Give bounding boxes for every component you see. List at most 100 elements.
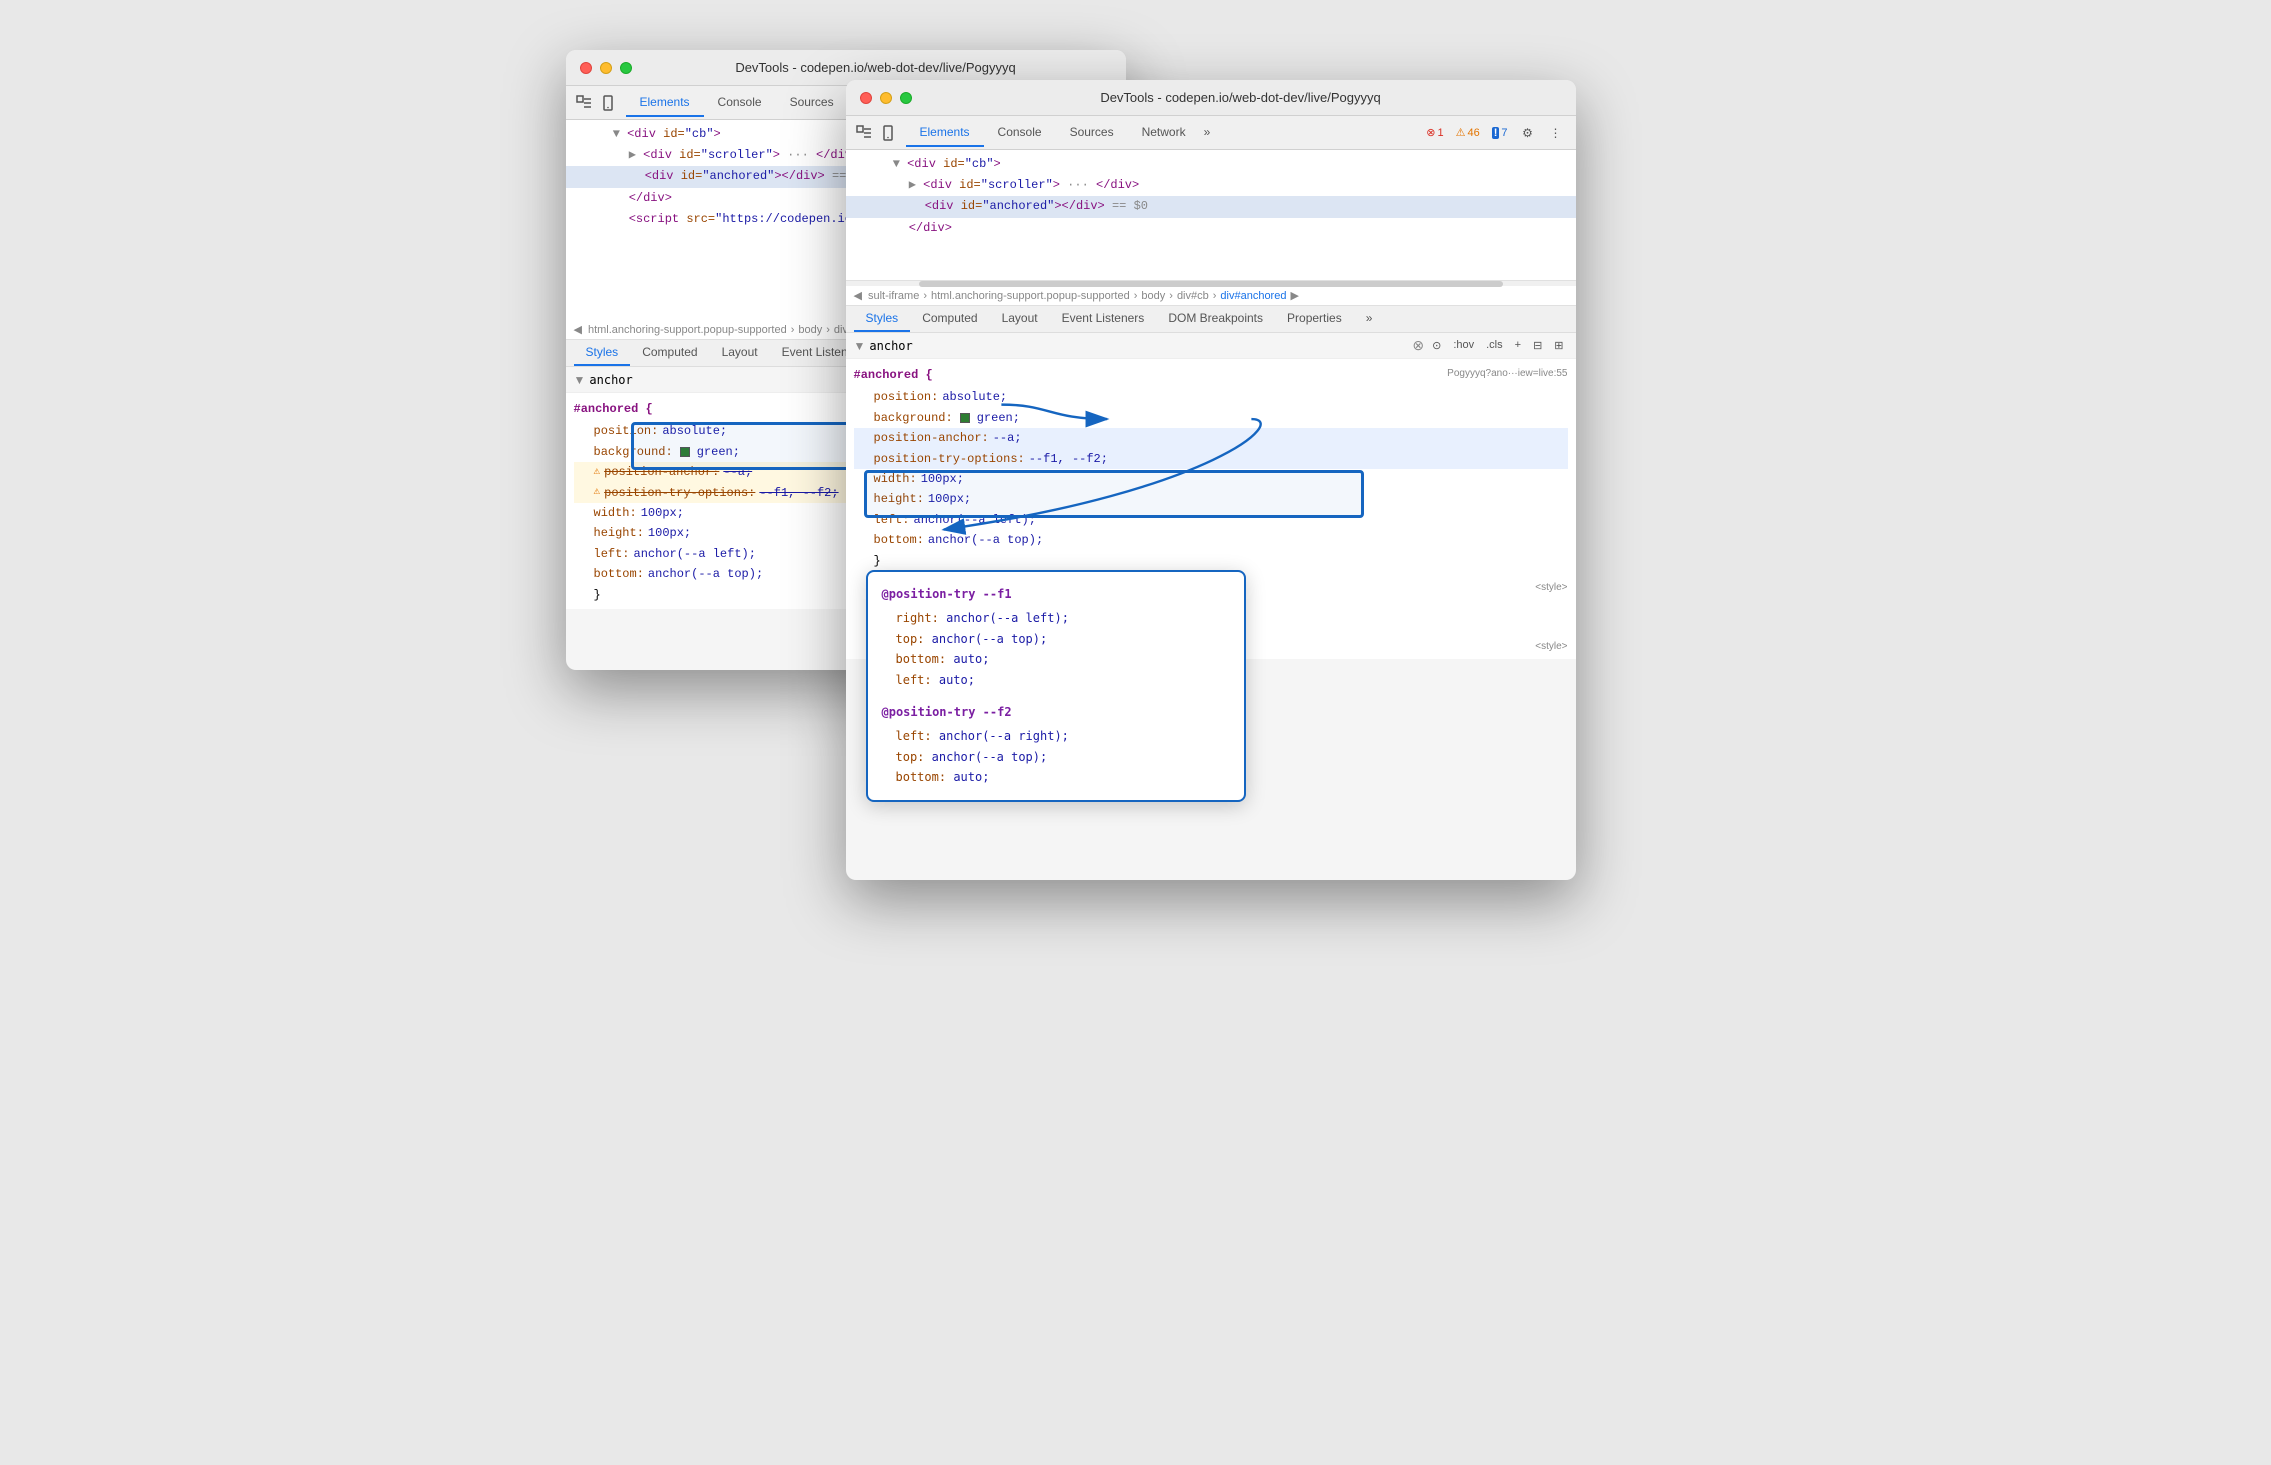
css-property-line: bottom: anchor(--a top);: [854, 530, 1568, 550]
filter-tool-split-2[interactable]: ⊞: [1550, 338, 1567, 353]
inspect-icon-2[interactable]: [854, 123, 874, 143]
source-link-style-2[interactable]: <style>: [1535, 638, 1567, 655]
minimize-button-1[interactable]: [600, 62, 612, 74]
breadcrumb-item[interactable]: div#cb: [1177, 290, 1209, 302]
styles-tabs-2: Styles Computed Layout Event Listeners D…: [846, 306, 1576, 333]
styles-tab-styles-1[interactable]: Styles: [574, 340, 631, 366]
css-property: bottom:: [594, 564, 644, 584]
device-icon[interactable]: [598, 93, 618, 113]
pt-property-line: right: anchor(--a left);: [896, 608, 1230, 628]
filter-icon-2: ▼: [854, 339, 866, 353]
tab-console-2[interactable]: Console: [984, 119, 1056, 147]
css-rule-2: #anchored { Pogyyyq?ano···iew=live:55 po…: [846, 359, 1576, 575]
source-link-style-1[interactable]: <style>: [1535, 579, 1567, 596]
devtools-window-2: DevTools - codepen.io/web-dot-dev/live/P…: [846, 80, 1576, 880]
styles-tab-layout-2[interactable]: Layout: [990, 306, 1050, 332]
css-value: --a;: [993, 428, 1022, 448]
styles-tab-computed-1[interactable]: Computed: [630, 340, 709, 366]
source-link-2[interactable]: Pogyyyq?ano···iew=live:55: [1447, 365, 1567, 385]
pt-prop: left:: [896, 673, 932, 687]
css-property-line: height: 100px;: [854, 489, 1568, 509]
styles-tab-styles-2[interactable]: Styles: [854, 306, 911, 332]
styles-tab-layout-1[interactable]: Layout: [710, 340, 770, 366]
css-selector-1: #anchored {: [574, 399, 653, 419]
position-try-f1-header: @position-try --f1: [882, 584, 1230, 604]
css-property-line: left: anchor(--a left);: [854, 510, 1568, 530]
tab-sources-2[interactable]: Sources: [1056, 119, 1128, 147]
breadcrumb-item[interactable]: html.anchoring-support.popup-supported: [588, 324, 787, 336]
css-property: position:: [874, 387, 939, 407]
breadcrumb-item[interactable]: body: [798, 324, 822, 336]
pt-val: anchor(--a top);: [932, 750, 1048, 764]
css-value: anchor(--a top);: [648, 564, 763, 584]
device-icon-2[interactable]: [878, 123, 898, 143]
breadcrumb-item[interactable]: sult-iframe: [868, 290, 919, 302]
tab-network-2[interactable]: Network: [1128, 119, 1200, 147]
warning-count: 46: [1467, 127, 1479, 139]
breadcrumb-item[interactable]: html.anchoring-support.popup-supported: [931, 290, 1130, 302]
filter-tool-cls-label-2[interactable]: .cls: [1482, 338, 1507, 353]
pt-prop: bottom:: [896, 770, 947, 784]
css-value: --f1, --f2;: [759, 483, 838, 503]
css-value: 100px;: [648, 523, 691, 543]
tab-elements-2[interactable]: Elements: [906, 119, 984, 147]
filter-input-2[interactable]: [869, 339, 1408, 353]
pt-val: anchor(--a top);: [932, 632, 1048, 646]
filter-icon-1: ▼: [574, 373, 586, 387]
css-property-line: position: absolute;: [854, 387, 1568, 407]
css-selector-2: #anchored {: [854, 365, 933, 385]
filter-tool-snap-2[interactable]: ⊟: [1529, 338, 1546, 353]
filter-tool-hov2[interactable]: ⊙: [1428, 338, 1445, 353]
breadcrumb-current[interactable]: div#anchored: [1220, 290, 1286, 302]
css-property: background:: [874, 408, 953, 428]
position-try-f2-section: @position-try --f2 left: anchor(--a righ…: [882, 702, 1230, 788]
maximize-button-1[interactable]: [620, 62, 632, 74]
tab-elements-1[interactable]: Elements: [626, 89, 704, 117]
css-value: 100px;: [928, 489, 971, 509]
tab-console-1[interactable]: Console: [704, 89, 776, 117]
pt-property-line: left: anchor(--a right);: [896, 726, 1230, 746]
minimize-button-2[interactable]: [880, 92, 892, 104]
tab-sources-1[interactable]: Sources: [776, 89, 848, 117]
styles-tab-overflow-2[interactable]: »: [1354, 306, 1385, 332]
css-property-line-highlighted-2: position-try-options: --f1, --f2;: [854, 449, 1568, 469]
inspect-icon[interactable]: [574, 93, 594, 113]
dom-panel-2: ▼ <div id="cb"> ▶ <div id="scroller"> ··…: [846, 150, 1576, 280]
scrollbar-horizontal[interactable]: [846, 280, 1576, 286]
css-property: height:: [594, 523, 644, 543]
pt-property-line: left: auto;: [896, 670, 1230, 690]
dom-line-selected-2: <div id="anchored"></div> == $0: [846, 196, 1576, 217]
pt-prop: right:: [896, 611, 939, 625]
styles-tab-breakpoints-2[interactable]: DOM Breakpoints: [1156, 306, 1275, 332]
pt-property-line: top: anchor(--a top);: [896, 629, 1230, 649]
position-try-popup: @position-try --f1 right: anchor(--a lef…: [866, 570, 1246, 802]
tab-overflow-2[interactable]: »: [1200, 119, 1215, 147]
filter-tool-plus-2[interactable]: +: [1511, 338, 1525, 353]
filter-clear-2[interactable]: ⊗: [1412, 337, 1424, 354]
filter-tool-hov-label-2[interactable]: :hov: [1449, 338, 1478, 353]
warning-badge[interactable]: ⚠ 46: [1452, 125, 1484, 140]
css-property: left:: [874, 510, 910, 530]
close-button-2[interactable]: [860, 92, 872, 104]
styles-tab-properties-2[interactable]: Properties: [1275, 306, 1354, 332]
breadcrumb-2: ◀ sult-iframe › html.anchoring-support.p…: [846, 286, 1576, 306]
pt-prop: top:: [896, 632, 925, 646]
close-button-1[interactable]: [580, 62, 592, 74]
warning-icon: ⚠: [594, 463, 601, 482]
settings-icon[interactable]: ⚙: [1516, 121, 1540, 145]
css-property-line-highlighted-1: position-anchor: --a;: [854, 428, 1568, 448]
styles-tab-computed-2[interactable]: Computed: [910, 306, 989, 332]
breadcrumb-item[interactable]: body: [1141, 290, 1165, 302]
styles-tab-events-2[interactable]: Event Listeners: [1050, 306, 1157, 332]
css-property-line: background: green;: [854, 408, 1568, 428]
css-value: anchor(--a left);: [914, 510, 1036, 530]
badge-container: ⊗ 1 ⚠ 46 ! 7 ⚙ ⋮: [1422, 121, 1567, 145]
filter-bar-2: ▼ ⊗ ⊙ :hov .cls + ⊟ ⊞: [846, 333, 1576, 359]
color-swatch-bg-2: [960, 413, 970, 423]
maximize-button-2[interactable]: [900, 92, 912, 104]
info-badge[interactable]: ! 7: [1488, 126, 1512, 140]
more-icon[interactable]: ⋮: [1544, 121, 1568, 145]
error-badge[interactable]: ⊗ 1: [1422, 125, 1447, 140]
css-value: green;: [977, 408, 1020, 428]
position-try-f2-body: left: anchor(--a right); top: anchor(--a…: [882, 726, 1230, 787]
